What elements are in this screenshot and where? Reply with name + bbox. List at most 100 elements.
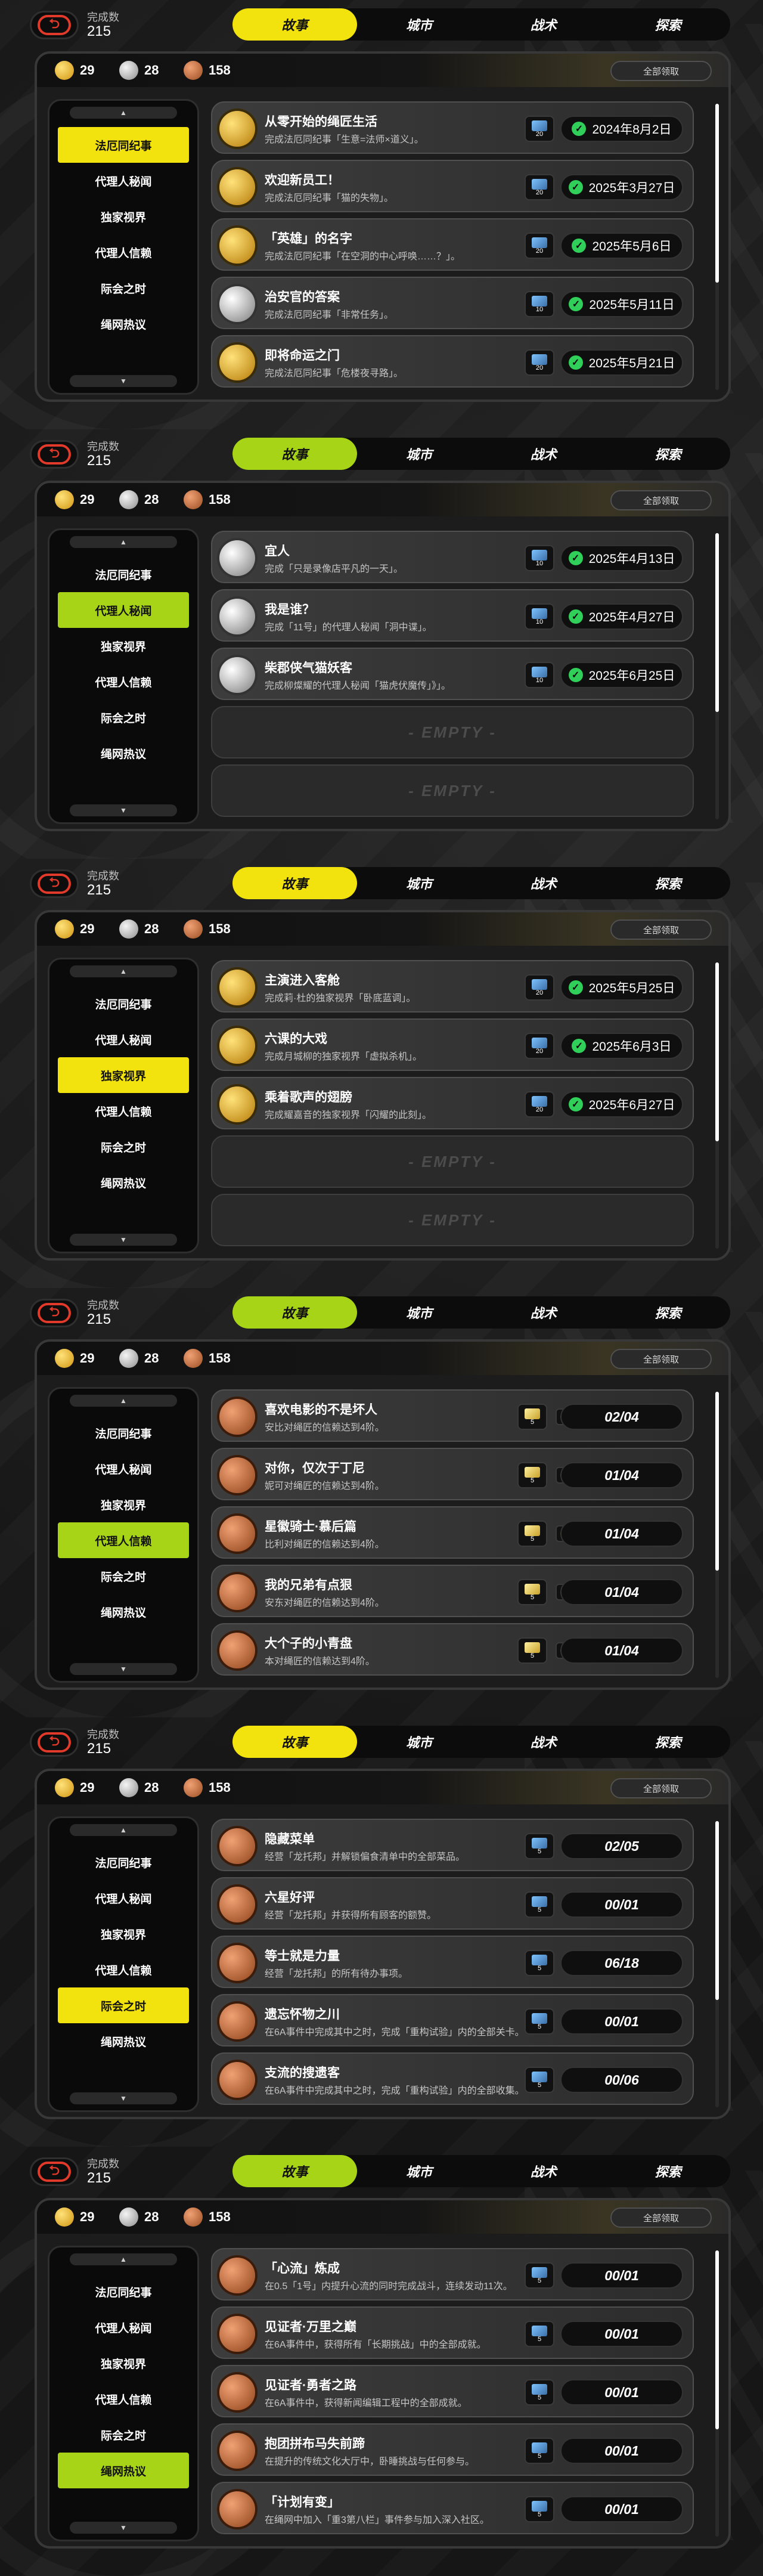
tab-story[interactable]: 故事: [232, 1296, 357, 1329]
reward-item[interactable]: 5: [525, 2379, 554, 2405]
back-button[interactable]: ⮌: [30, 1299, 79, 1327]
sidebar-category-item[interactable]: 际会之时: [58, 699, 189, 735]
reward-item[interactable]: 5: [525, 1891, 554, 1918]
scroll-down-arrow-icon[interactable]: ▼: [70, 2092, 177, 2104]
back-button[interactable]: ⮌: [30, 1728, 79, 1757]
sidebar-category-item[interactable]: 代理人秘闻: [58, 592, 189, 628]
scrollbar-thumb[interactable]: [715, 533, 719, 712]
scroll-up-arrow-icon[interactable]: ▲: [70, 107, 177, 119]
scroll-up-arrow-icon[interactable]: ▲: [70, 1395, 177, 1407]
reward-item[interactable]: 5: [525, 2008, 554, 2035]
sidebar-category-item[interactable]: 际会之时: [58, 2417, 189, 2453]
sidebar-category-item[interactable]: 法厄同纪事: [58, 127, 189, 163]
scrollbar-thumb[interactable]: [715, 104, 719, 283]
achievement-card[interactable]: 柴郡侠气猫妖客 完成柳燦耀的代理人秘闻「猫虎伏魔传」》」。 10 ✓ 2025年6月25…: [211, 648, 694, 700]
sidebar-category-item[interactable]: 绳网热议: [58, 2023, 189, 2059]
scrollbar-thumb[interactable]: [715, 2250, 719, 2429]
claim-all-button[interactable]: 全部领取: [610, 61, 712, 81]
tab-tactics[interactable]: 战术: [482, 2155, 606, 2187]
sidebar-category-item[interactable]: 代理人秘闻: [58, 2309, 189, 2345]
scroll-up-arrow-icon[interactable]: ▲: [70, 1824, 177, 1836]
achievement-card[interactable]: 隐藏菜单 经营「龙托邦」并解锁偏食清单中的全部菜品。 5 02/05: [211, 1819, 694, 1871]
sidebar-category-item[interactable]: 代理人信赖: [58, 664, 189, 699]
sidebar-category-item[interactable]: 代理人秘闻: [58, 1451, 189, 1487]
achievement-card[interactable]: 大个子的小青盘 本对绳匠的信赖达到4阶。 5 01/04: [211, 1623, 694, 1676]
sidebar-category-item[interactable]: 法厄同纪事: [58, 1844, 189, 1880]
list-scrollbar[interactable]: [715, 104, 719, 390]
achievement-card[interactable]: 主演进入客舱 完成莉·杜的独家视界「卧底蓝调」。 20 ✓ 2025年5月25日: [211, 960, 694, 1013]
achievement-card[interactable]: 宜人 完成「只是录像店平凡的一天」。 10 ✓ 2025年4月13日: [211, 531, 694, 583]
sidebar-category-item[interactable]: 独家视界: [58, 628, 189, 664]
reward-item[interactable]: 5: [525, 2262, 554, 2289]
list-scrollbar[interactable]: [715, 533, 719, 819]
achievement-card[interactable]: 等士就是力量 经营「龙托邦」的所有待办事项。 5 06/18: [211, 1936, 694, 1988]
tab-explore[interactable]: 探索: [606, 867, 730, 899]
tab-city[interactable]: 城市: [357, 2155, 482, 2187]
tab-tactics[interactable]: 战术: [482, 8, 606, 41]
claim-all-button[interactable]: 全部领取: [610, 1778, 712, 1798]
sidebar-category-item[interactable]: 法厄同纪事: [58, 2274, 189, 2309]
scroll-down-arrow-icon[interactable]: ▼: [70, 375, 177, 387]
list-scrollbar[interactable]: [715, 2250, 719, 2537]
back-button[interactable]: ⮌: [30, 2157, 79, 2186]
sidebar-category-item[interactable]: 际会之时: [58, 1129, 189, 1165]
sidebar-category-item[interactable]: 代理人信赖: [58, 234, 189, 270]
scroll-up-arrow-icon[interactable]: ▲: [70, 536, 177, 548]
reward-item[interactable]: 5: [525, 2067, 554, 2093]
tab-city[interactable]: 城市: [357, 1296, 482, 1329]
sidebar-category-item[interactable]: 绳网热议: [58, 1165, 189, 1200]
reward-item[interactable]: 20: [525, 349, 554, 376]
sidebar-category-item[interactable]: 法厄同纪事: [58, 986, 189, 1021]
scrollbar-thumb[interactable]: [715, 1821, 719, 2000]
claim-all-button[interactable]: 全部领取: [610, 919, 712, 940]
tab-story[interactable]: 故事: [232, 1726, 357, 1758]
claim-all-button[interactable]: 全部领取: [610, 1349, 712, 1369]
reward-item[interactable]: 10: [525, 662, 554, 688]
sidebar-category-item[interactable]: 独家视界: [58, 199, 189, 234]
tab-tactics[interactable]: 战术: [482, 1296, 606, 1329]
reward-item[interactable]: 5: [525, 1950, 554, 1976]
achievement-card[interactable]: 六星好评 经营「龙托邦」并获得所有顾客的额赞。 5 00/01: [211, 1877, 694, 1930]
sidebar-category-item[interactable]: 际会之时: [58, 1558, 189, 1594]
sidebar-category-item[interactable]: 独家视界: [58, 1916, 189, 1952]
sidebar-category-item[interactable]: 独家视界: [58, 1057, 189, 1093]
sidebar-category-item[interactable]: 绳网热议: [58, 1594, 189, 1630]
reward-item[interactable]: 5: [525, 2438, 554, 2464]
achievement-card[interactable]: 支流的搜遗客 在6A事件中完成其中之时，完成「重构试验」内的全部收集。 5 00/06: [211, 2052, 694, 2105]
claim-all-button[interactable]: 全部领取: [610, 2207, 712, 2228]
achievement-card[interactable]: 欢迎新员工！ 完成法厄同纪事「猫的失物」。 20 ✓ 2025年3月27日: [211, 160, 694, 212]
sidebar-category-item[interactable]: 绳网热议: [58, 306, 189, 342]
back-button[interactable]: ⮌: [30, 11, 79, 39]
reward-item[interactable]: 20: [525, 116, 554, 142]
tab-tactics[interactable]: 战术: [482, 1726, 606, 1758]
achievement-card[interactable]: 「计划有变」 在绳网中加入「重3第八栏」事件参与加入深入社区。 5 00/01: [211, 2482, 694, 2534]
tab-explore[interactable]: 探索: [606, 8, 730, 41]
tab-city[interactable]: 城市: [357, 438, 482, 470]
sidebar-category-item[interactable]: 代理人秘闻: [58, 163, 189, 199]
tab-story[interactable]: 故事: [232, 8, 357, 41]
achievement-card[interactable]: 遗忘怀物之川 在6A事件中完成其中之时，完成「重构试验」内的全部关卡。 5 00/01: [211, 1994, 694, 2046]
back-button[interactable]: ⮌: [30, 440, 79, 469]
tab-story[interactable]: 故事: [232, 867, 357, 899]
list-scrollbar[interactable]: [715, 962, 719, 1249]
scroll-down-arrow-icon[interactable]: ▼: [70, 804, 177, 816]
tab-city[interactable]: 城市: [357, 867, 482, 899]
tab-story[interactable]: 故事: [232, 2155, 357, 2187]
scrollbar-thumb[interactable]: [715, 1392, 719, 1571]
tab-explore[interactable]: 探索: [606, 1726, 730, 1758]
reward-item[interactable]: 20: [525, 1091, 554, 1117]
tab-tactics[interactable]: 战术: [482, 867, 606, 899]
scroll-down-arrow-icon[interactable]: ▼: [70, 1663, 177, 1675]
reward-item[interactable]: 5: [525, 2321, 554, 2347]
list-scrollbar[interactable]: [715, 1821, 719, 2107]
achievement-card[interactable]: 「英雄」的名字 完成法厄同纪事「在空洞的中心呼唤……？」。 20 ✓ 2025年5月6日: [211, 218, 694, 271]
sidebar-category-item[interactable]: 法厄同纪事: [58, 556, 189, 592]
reward-item[interactable]: 5: [517, 1462, 547, 1488]
achievement-card[interactable]: 治安官的答案 完成法厄同纪事「非常任务」。 10 ✓ 2025年5月11日: [211, 277, 694, 329]
achievement-card[interactable]: 抱团拼布马失前蹄 在提升的传统文化大厅中，卧睡挑战与任何参与。 5 00/01: [211, 2423, 694, 2476]
scroll-down-arrow-icon[interactable]: ▼: [70, 2522, 177, 2534]
sidebar-category-item[interactable]: 代理人信赖: [58, 2381, 189, 2417]
sidebar-category-item[interactable]: 际会之时: [58, 270, 189, 306]
sidebar-category-item[interactable]: 代理人信赖: [58, 1952, 189, 1987]
reward-item[interactable]: 10: [525, 603, 554, 630]
